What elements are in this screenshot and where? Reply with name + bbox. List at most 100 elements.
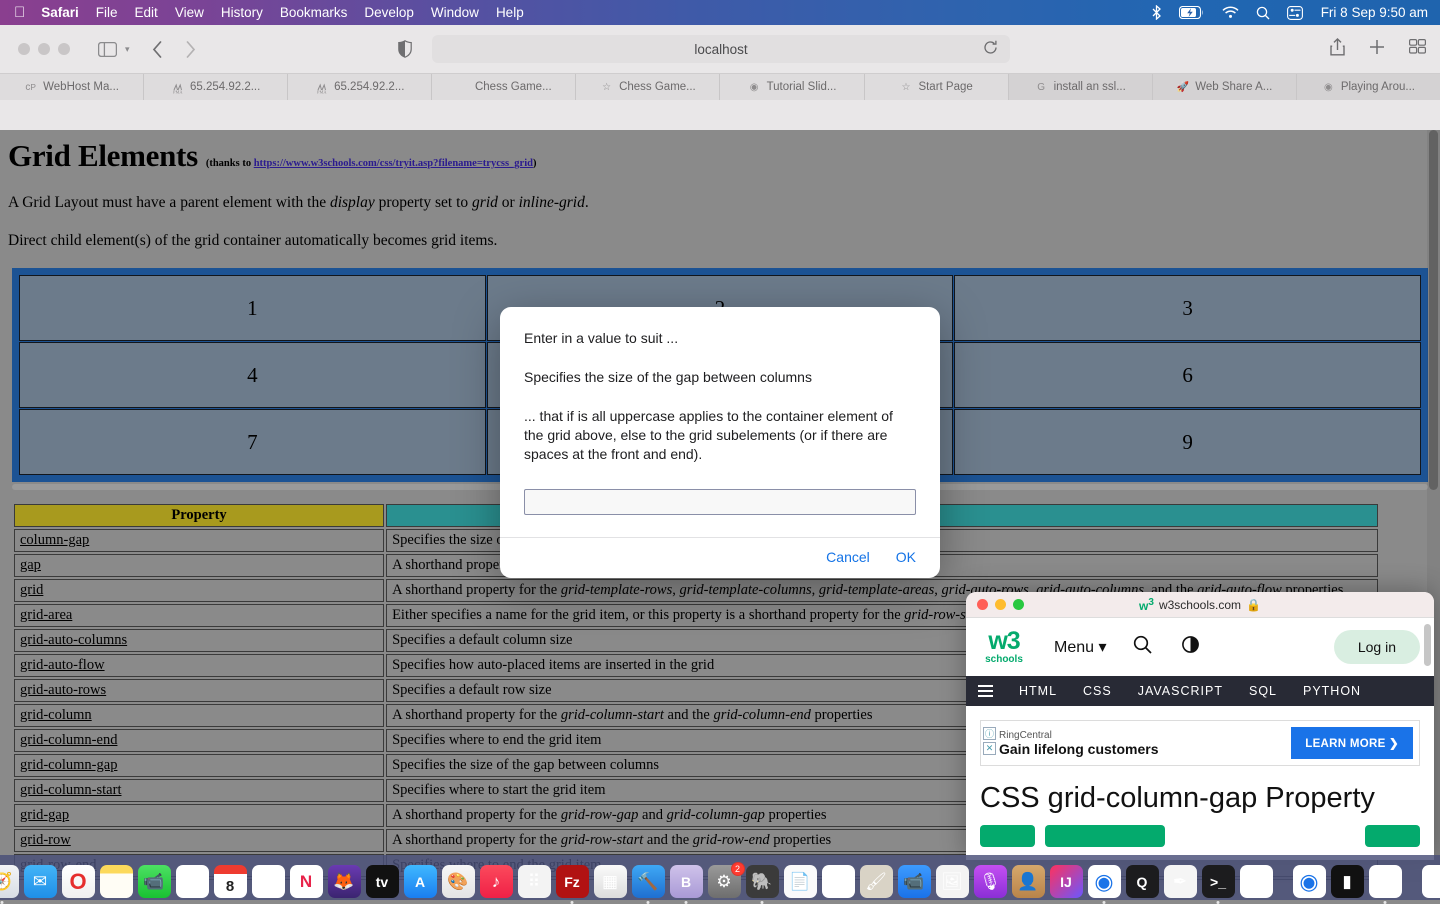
w3-button-next[interactable]	[1365, 825, 1420, 847]
dock-item-settings[interactable]: ⚙2	[708, 865, 741, 898]
dock-item-photos[interactable]: ❀	[176, 865, 209, 898]
shield-icon[interactable]	[398, 40, 412, 58]
dock-item-gimp[interactable]: 🖌	[860, 865, 893, 898]
topic-html[interactable]: HTML	[1019, 684, 1057, 698]
login-button[interactable]: Log in	[1334, 630, 1420, 664]
w3-scrollbar[interactable]	[1424, 624, 1431, 849]
dock-item-contacts[interactable]: 👤	[1012, 865, 1045, 898]
dock-item-xcode[interactable]: 🔨	[632, 865, 665, 898]
prompt-input[interactable]	[524, 489, 916, 515]
dock-item-filezilla[interactable]: Fz	[556, 865, 589, 898]
window-traffic-lights[interactable]	[18, 43, 70, 55]
browser-tab-start-page[interactable]: ☆ Start Page	[865, 74, 1009, 100]
dock-item-reminders[interactable]: ☰	[252, 865, 285, 898]
dock-item-android-studio[interactable]: ▲	[1240, 865, 1273, 898]
browser-tab-pma-1[interactable]: PMA 65.254.92.2...	[144, 74, 288, 100]
ad-close-icon[interactable]: ✕	[983, 742, 996, 755]
property-link[interactable]: grid-area	[20, 607, 72, 623]
share-icon[interactable]	[1330, 38, 1345, 61]
dock-item-apple-tv[interactable]: tv	[366, 865, 399, 898]
property-link[interactable]: column-gap	[20, 532, 89, 548]
dock-item-chrome-2[interactable]: ◉	[1293, 865, 1326, 898]
contrast-icon[interactable]	[1182, 636, 1199, 658]
property-link[interactable]: grid-row	[20, 832, 71, 848]
browser-tab-chess-1[interactable]: Chess Game...	[432, 74, 576, 100]
forward-arrow-icon[interactable]	[185, 41, 196, 58]
menu-item-file[interactable]: File	[96, 5, 118, 20]
ad-learn-more-button[interactable]: LEARN MORE ❯	[1291, 727, 1413, 759]
dock-item-intellij[interactable]: IJ	[1050, 865, 1083, 898]
property-link[interactable]: grid-column-gap	[20, 757, 117, 773]
battery-charging-icon[interactable]	[1179, 6, 1205, 19]
menu-item-history[interactable]: History	[221, 5, 263, 20]
property-link[interactable]: grid-column-start	[20, 782, 121, 798]
tab-overview-icon[interactable]	[1409, 39, 1426, 59]
sidebar-icon[interactable]	[98, 42, 117, 57]
browser-tab-playing-around[interactable]: ◉ Playing Arou...	[1297, 74, 1440, 100]
ok-button[interactable]: OK	[896, 549, 916, 565]
ad-controls[interactable]: ⓘ ✕	[983, 727, 996, 755]
browser-tab-web-share[interactable]: 🚀 Web Share A...	[1153, 74, 1297, 100]
topic-python[interactable]: PYTHON	[1303, 684, 1361, 698]
property-link[interactable]: grid	[20, 582, 43, 598]
dock-item-calendar[interactable]: 8	[214, 865, 247, 898]
dock-item-podcasts[interactable]: 🎙	[974, 865, 1007, 898]
menu-item-view[interactable]: View	[175, 5, 204, 20]
dock-item-inkscape[interactable]: ✒	[1164, 865, 1197, 898]
browser-tab-tutorial[interactable]: ◉ Tutorial Slid...	[720, 74, 864, 100]
hamburger-menu-icon[interactable]	[978, 685, 993, 697]
dock-item-zoom[interactable]: 📹	[898, 865, 931, 898]
dock-item-terminal-2[interactable]: ▮	[1331, 865, 1364, 898]
dock-item-terminal[interactable]: >_	[1202, 865, 1235, 898]
property-link[interactable]: grid-gap	[20, 807, 69, 823]
w3-button-tryit[interactable]	[1045, 825, 1165, 847]
dock-item-bbedit[interactable]: B	[670, 865, 703, 898]
topic-sql[interactable]: SQL	[1249, 684, 1277, 698]
property-link[interactable]: grid-auto-flow	[20, 657, 105, 673]
menu-item-window[interactable]: Window	[431, 5, 479, 20]
wifi-icon[interactable]	[1222, 6, 1239, 19]
dock-item-launchpad[interactable]: ⠿	[518, 865, 551, 898]
dock-item-quicktime[interactable]: Q	[1126, 865, 1159, 898]
dock-item-calculator[interactable]: ▦	[594, 865, 627, 898]
w3schools-logo[interactable]: w3 schools	[980, 629, 1028, 665]
back-arrow-icon[interactable]	[152, 41, 163, 58]
cancel-button[interactable]: Cancel	[826, 549, 870, 565]
menu-item-safari[interactable]: Safari	[41, 5, 79, 20]
dock-item-paintbrush[interactable]: 🎨	[442, 865, 475, 898]
address-bar[interactable]: localhost	[432, 35, 1010, 63]
menu-bar-clock[interactable]: Fri 8 Sep 9:50 am	[1321, 5, 1428, 20]
w3-scrollbar-thumb[interactable]	[1424, 624, 1431, 666]
dock-item-firefox[interactable]: 🦊	[328, 865, 361, 898]
browser-tab-webhost[interactable]: cP WebHost Ma...	[0, 74, 144, 100]
menu-item-edit[interactable]: Edit	[135, 5, 158, 20]
property-link[interactable]: grid-auto-rows	[20, 682, 106, 698]
property-link[interactable]: grid-auto-columns	[20, 632, 127, 648]
topic-css[interactable]: CSS	[1083, 684, 1112, 698]
dock-item-safari[interactable]: 🧭	[0, 865, 19, 898]
browser-tab-pma-2[interactable]: PMA 65.254.92.2...	[288, 74, 432, 100]
dock-item-maps[interactable]: 🗺	[822, 865, 855, 898]
close-window-button[interactable]	[18, 43, 30, 55]
dock-item-chrome[interactable]: ◉	[1088, 865, 1121, 898]
dock-item-opera[interactable]: O	[62, 865, 95, 898]
dock-item-mamp[interactable]: 🐘	[746, 865, 779, 898]
search-icon[interactable]	[1256, 6, 1270, 20]
property-link[interactable]: gap	[20, 557, 41, 573]
ad-info-icon[interactable]: ⓘ	[983, 727, 996, 740]
control-center-icon[interactable]	[1287, 6, 1303, 20]
menu-item-bookmarks[interactable]: Bookmarks	[280, 5, 348, 20]
dock-item-notes[interactable]	[100, 865, 133, 898]
menu-item-develop[interactable]: Develop	[364, 5, 414, 20]
zoom-window-button[interactable]	[58, 43, 70, 55]
new-tab-icon[interactable]	[1369, 39, 1385, 60]
dock-item-news[interactable]: N	[290, 865, 323, 898]
dock-item-mail[interactable]: ✉	[24, 865, 57, 898]
chevron-down-icon[interactable]: ▾	[125, 44, 130, 55]
property-link[interactable]: grid-column-end	[20, 732, 117, 748]
dock-item-app-store[interactable]: A	[404, 865, 437, 898]
menu-item-help[interactable]: Help	[496, 5, 524, 20]
browser-tab-install-ssl[interactable]: G install an ssl...	[1009, 74, 1153, 100]
search-icon[interactable]	[1133, 635, 1152, 659]
dock-item-music[interactable]: ♪	[480, 865, 513, 898]
